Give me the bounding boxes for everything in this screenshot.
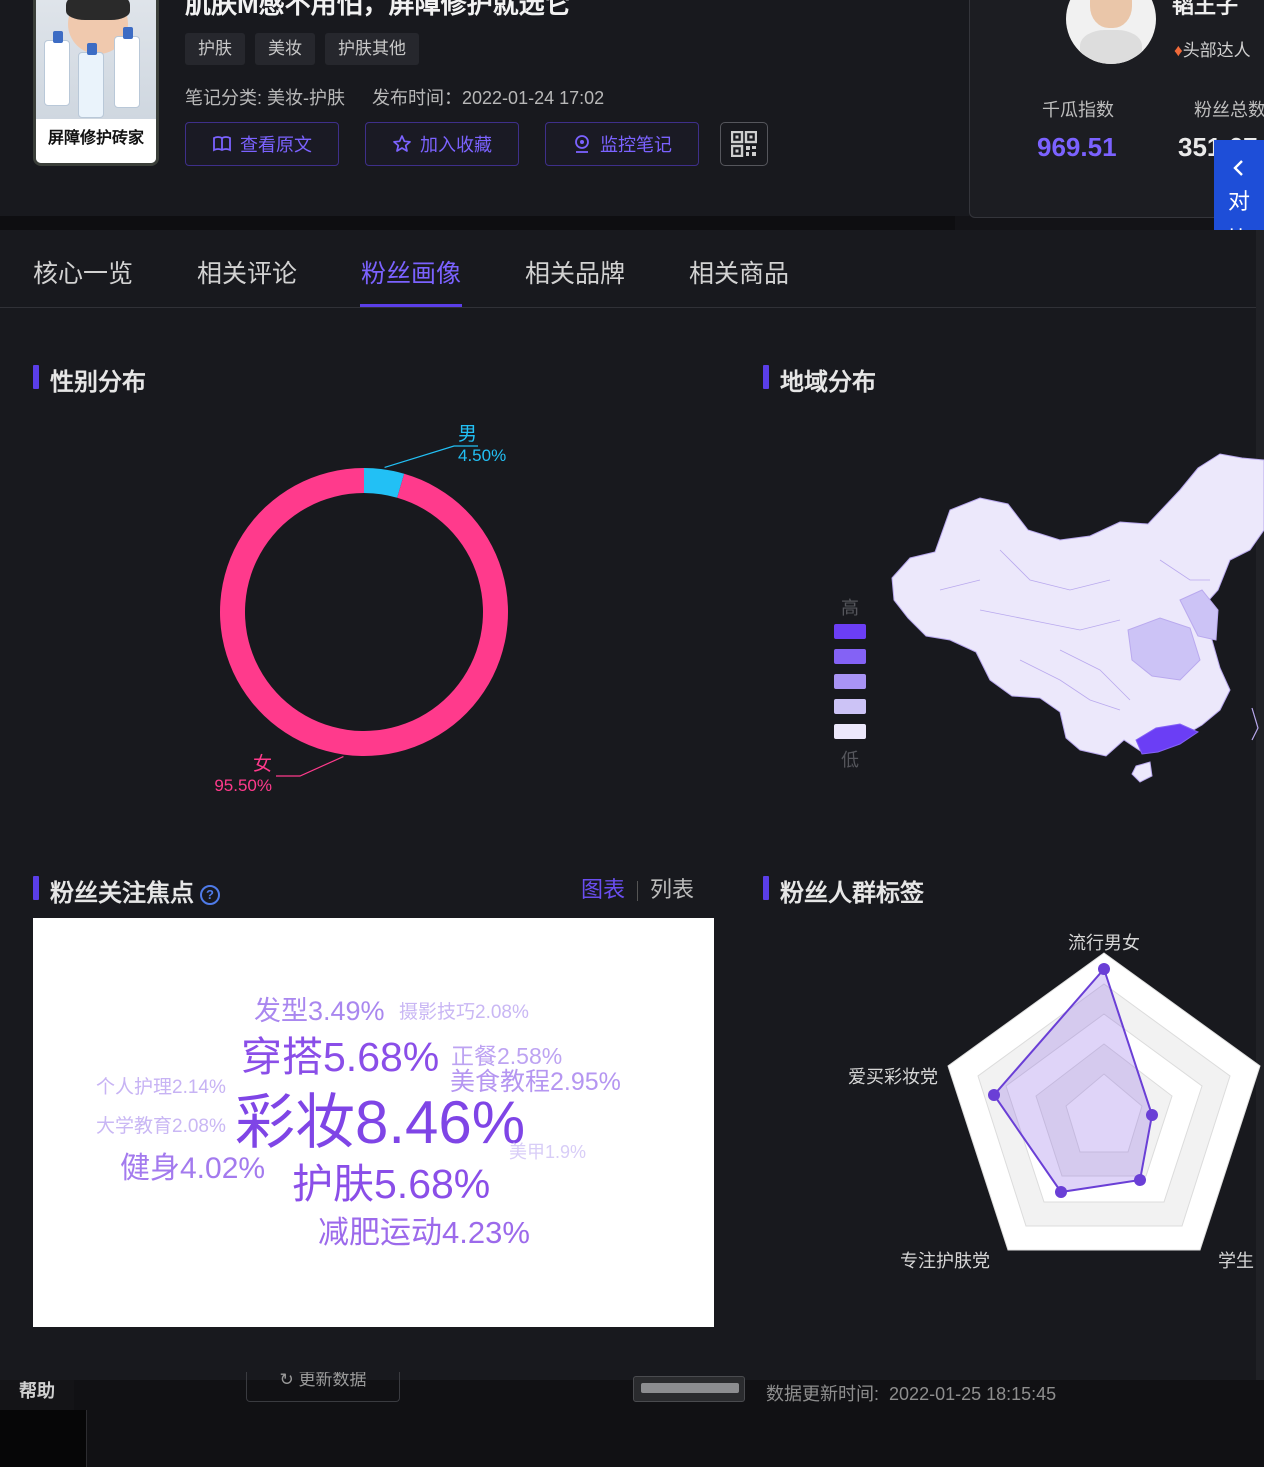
- update-status-pill: [633, 1376, 745, 1402]
- view-original-label: 查看原文: [240, 135, 312, 155]
- donut-label: 女: [253, 753, 272, 775]
- radar-point[interactable]: [1134, 1174, 1146, 1186]
- monitor-note-label: 监控笔记: [600, 135, 672, 155]
- update-time: 数据更新时间: 2022-01-25 18:15:45: [766, 1384, 1057, 1404]
- word-cloud-item[interactable]: 健身4.02%: [120, 1154, 265, 1184]
- list-view-toggle[interactable]: 列表: [650, 877, 694, 902]
- footer-bar: [0, 1380, 1264, 1467]
- add-favorite-button[interactable]: 加入收藏: [365, 122, 519, 166]
- focus-section-title: 粉丝关注焦点?: [33, 873, 220, 908]
- refresh-icon: ↻: [279, 1372, 294, 1389]
- legend-level-3: [834, 674, 866, 689]
- note-tag[interactable]: 护肤: [185, 33, 245, 65]
- note-tags: 护肤 美妆 护肤其他: [185, 33, 419, 65]
- focus-word-cloud: 彩妆8.46% 护肤5.68% 穿搭5.68% 减肥运动4.23% 健身4.02…: [33, 918, 714, 1327]
- legend-level-4: [834, 699, 866, 714]
- scrollbar[interactable]: [1256, 230, 1264, 1467]
- legend-level-2: [834, 649, 866, 664]
- star-icon: [393, 135, 411, 152]
- thumbnail-caption: 屏障修护砖家: [36, 119, 156, 163]
- tab-related-comments[interactable]: 相关评论: [197, 254, 297, 290]
- monitor-icon: [575, 135, 589, 153]
- legend-low-label: 低: [841, 750, 859, 770]
- word-cloud-item[interactable]: 美甲1.9%: [509, 1143, 586, 1161]
- word-cloud-item[interactable]: 彩妆8.46%: [235, 1093, 525, 1153]
- radar-point[interactable]: [1146, 1109, 1158, 1121]
- qr-code-button[interactable]: [720, 122, 768, 166]
- chart-view-toggle[interactable]: 图表: [581, 877, 625, 902]
- legend-level-1: [834, 624, 866, 639]
- region-section-title: 地域分布: [763, 362, 876, 397]
- radar-point[interactable]: [1098, 963, 1110, 975]
- note-tag[interactable]: 美妆: [255, 33, 315, 65]
- view-switch: 图表 列表: [581, 872, 694, 904]
- tab-related-brands[interactable]: 相关品牌: [525, 254, 625, 290]
- legend-level-5: [834, 724, 866, 739]
- note-title: 肌肤M感不用怕，屏障修护就选它: [185, 0, 571, 19]
- radar-axis-label: 专注护肤党: [900, 1251, 990, 1271]
- donut-value-label: 95.50%: [214, 776, 272, 795]
- word-cloud-item[interactable]: 穿搭5.68%: [241, 1037, 439, 1078]
- crowd-section-title: 粉丝人群标签: [763, 873, 924, 908]
- note-thumbnail[interactable]: 屏障修护砖家: [33, 0, 159, 166]
- tab-related-products[interactable]: 相关商品: [689, 254, 789, 290]
- help-circle-icon[interactable]: ?: [200, 884, 220, 905]
- radar-axis-label: 流行男女: [1068, 933, 1140, 953]
- radar-point[interactable]: [988, 1089, 1000, 1101]
- donut-slice[interactable]: [220, 468, 508, 756]
- crowd-radar-chart: 流行男女 学生 专注护肤党 爱买彩妆党: [848, 933, 1261, 1271]
- fans-total-label: 粉丝总数: [1194, 100, 1264, 120]
- word-cloud-item[interactable]: 减肥运动4.23%: [318, 1217, 530, 1248]
- note-header: 屏障修护砖家 肌肤M感不用怕，屏障修护就选它 护肤 美妆 护肤其他 笔记分类: …: [0, 0, 955, 216]
- word-cloud-item[interactable]: 摄影技巧2.08%: [399, 1003, 529, 1022]
- map-region-hainan: [1131, 761, 1153, 783]
- tab-fan-portrait[interactable]: 粉丝画像: [361, 254, 461, 290]
- page: 屏障修护砖家 肌肤M感不用怕，屏障修护就选它 护肤 美妆 护肤其他 笔记分类: …: [0, 0, 1264, 1467]
- radar-point[interactable]: [1055, 1186, 1067, 1198]
- qiangua-index-value: 969.51: [1037, 132, 1117, 162]
- china-map: [891, 453, 1264, 783]
- note-actions: 查看原文 加入收藏 监控笔记: [185, 122, 768, 166]
- qiangua-index-label: 千瓜指数: [1042, 100, 1114, 120]
- monitor-note-button[interactable]: 监控笔记: [545, 122, 699, 166]
- refresh-data-button[interactable]: ↻ 更新数据: [246, 1372, 400, 1402]
- note-category: 笔记分类: 美妆-护肤: [185, 88, 345, 108]
- radar-axis-label: 爱买彩妆党: [848, 1067, 938, 1087]
- word-cloud-item[interactable]: 护肤5.68%: [292, 1164, 490, 1205]
- gender-donut-chart: 男4.50% 女95.50%: [214, 424, 508, 795]
- word-cloud-item[interactable]: 大学教育2.08%: [96, 1117, 226, 1136]
- view-original-button[interactable]: 查看原文: [185, 122, 339, 166]
- chevron-left-icon: [1233, 160, 1243, 176]
- tab-core-overview[interactable]: 核心一览: [33, 254, 133, 290]
- influencer-badge: ♦头部达人: [1174, 41, 1251, 60]
- book-icon: [213, 136, 231, 152]
- help-link[interactable]: 帮助: [0, 1380, 74, 1410]
- active-tab-indicator: [360, 304, 462, 307]
- word-cloud-item[interactable]: 美食教程2.95%: [450, 1070, 621, 1095]
- radar-axis-label: 学生: [1218, 1251, 1254, 1271]
- word-cloud-item[interactable]: 正餐2.58%: [451, 1045, 562, 1068]
- note-publish-time: 发布时间：2022-01-24 17:02: [372, 88, 605, 108]
- donut-value-label: 4.50%: [458, 446, 506, 465]
- note-meta: 笔记分类: 美妆-护肤 发布时间：2022-01-24 17:02: [185, 84, 604, 110]
- word-cloud-item[interactable]: 个人护理2.14%: [96, 1078, 226, 1097]
- donut-leader-line: [276, 755, 344, 777]
- note-tag[interactable]: 护肤其他: [325, 33, 419, 65]
- legend-high-label: 高: [841, 598, 859, 618]
- gender-section-title: 性别分布: [33, 362, 146, 397]
- add-favorite-label: 加入收藏: [420, 135, 492, 155]
- word-cloud-item[interactable]: 发型3.49%: [254, 998, 385, 1025]
- donut-label: 男: [458, 424, 477, 445]
- qr-code-icon: [731, 131, 757, 157]
- tab-bar: 核心一览 相关评论 粉丝画像 相关品牌 相关商品: [0, 230, 1264, 308]
- influencer-name[interactable]: 韬王子: [1172, 0, 1238, 20]
- donut-slice[interactable]: [364, 468, 405, 498]
- avatar[interactable]: [1066, 0, 1156, 64]
- flame-icon: ♦: [1174, 41, 1183, 60]
